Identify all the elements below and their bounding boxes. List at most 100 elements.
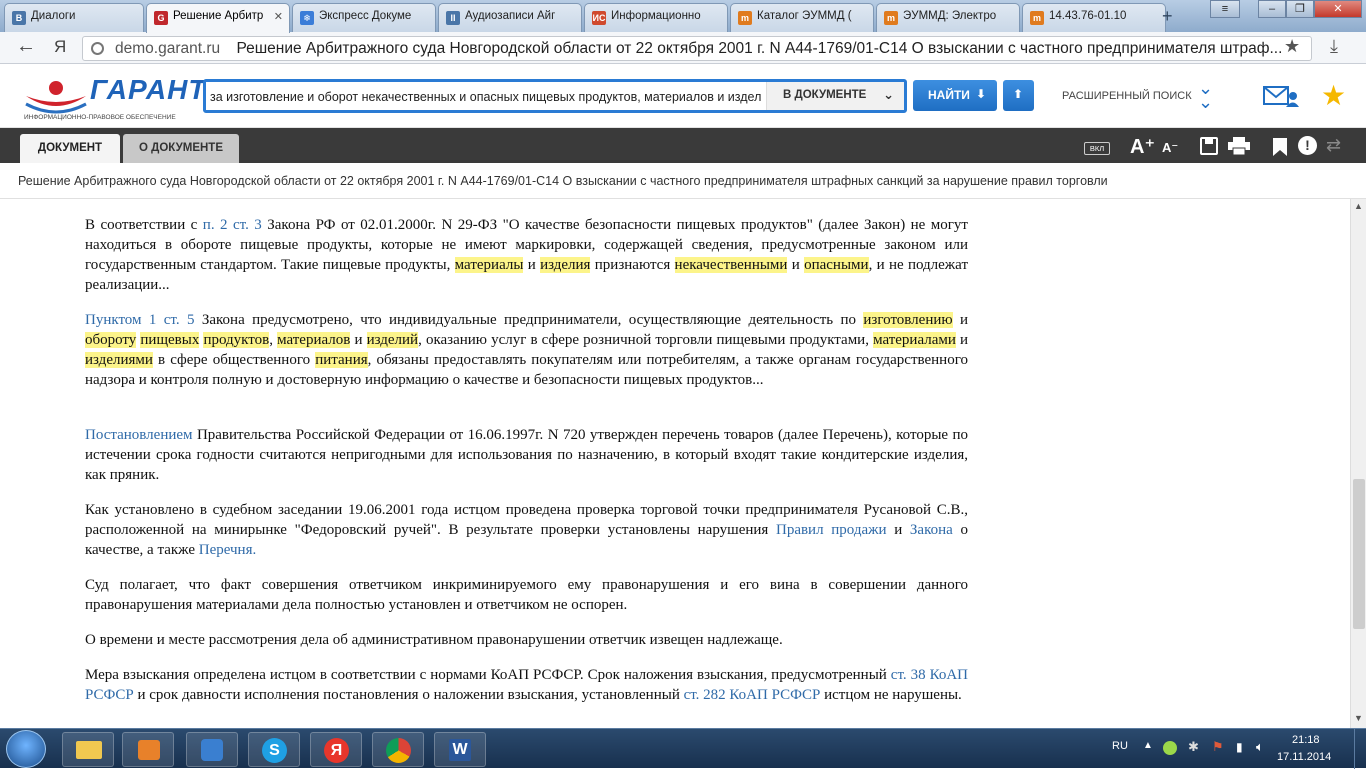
taskbar-explorer-icon[interactable]	[62, 732, 114, 767]
language-indicator[interactable]: RU	[1112, 740, 1128, 752]
browser-tab[interactable]: m ЭУММД: Электро	[876, 3, 1020, 32]
alert-icon[interactable]: !	[1298, 136, 1317, 155]
browser-tab[interactable]: m Каталог ЭУММД (	[730, 3, 874, 32]
paragraph-6: О времени и месте рассмотрения дела об а…	[85, 632, 783, 648]
taskbar-skype-icon[interactable]: S	[248, 732, 300, 767]
tab-label: Каталог ЭУММД (	[757, 10, 852, 22]
browser-tab[interactable]: ❄ Экспресс Докуме	[292, 3, 436, 32]
mail-user-icon[interactable]	[1263, 84, 1299, 108]
advanced-search-link[interactable]: РАСШИРЕННЫЙ ПОИСК	[1062, 90, 1192, 102]
scroll-up-arrow-icon[interactable]: ▲	[1354, 201, 1363, 211]
new-tab-button[interactable]: +	[1162, 6, 1173, 27]
download-icon[interactable]: ⤓	[1330, 36, 1338, 57]
browser-tab[interactable]: ИС Информационно	[584, 3, 728, 32]
link-st282-koap[interactable]: ст. 282 КоАП РСФСР	[684, 687, 821, 703]
search-up-button[interactable]: ⬆	[1003, 80, 1034, 111]
paragraph-3: Постановлением Правительства Российской …	[85, 427, 968, 483]
tab-favicon-icon: II	[446, 11, 460, 25]
browser-tab[interactable]: II Аудиозаписи Айг	[438, 3, 582, 32]
tab-favicon-icon: m	[738, 11, 752, 25]
tab-favicon-icon: ❄	[300, 11, 314, 25]
font-increase-icon[interactable]: A⁺	[1130, 134, 1155, 159]
tray-signal-icon[interactable]: ▮	[1236, 740, 1243, 754]
double-chevron-down-icon[interactable]: ⌄ ⌄	[1198, 79, 1213, 111]
taskbar-media-player-icon[interactable]	[122, 732, 174, 767]
tab-about-document[interactable]: О ДОКУМЕНТЕ	[123, 134, 239, 163]
garant-logo-subtitle: ИНФОРМАЦИОННО-ПРАВОВОЕ ОБЕСПЕЧЕНИЕ	[24, 114, 176, 121]
browser-tab[interactable]: В Диалоги	[4, 3, 144, 32]
tab-label: ЭУММД: Электро	[903, 10, 997, 22]
paragraph-7: Мера взыскания определена истцом в соотв…	[85, 667, 968, 703]
clock-time[interactable]: 21:18	[1292, 734, 1320, 746]
vertical-scrollbar[interactable]: ▲ ▼	[1350, 199, 1366, 728]
link-p2-st3[interactable]: п. 2 ст. 3	[203, 217, 262, 233]
address-bar-row: ← Я demo.garant.ru Решение Арбитражного …	[0, 32, 1366, 64]
font-decrease-icon[interactable]: A⁻	[1162, 140, 1178, 156]
favorite-star-icon[interactable]: ★	[1321, 79, 1346, 112]
vkl-toggle-icon[interactable]: ВКЛ	[1084, 142, 1110, 155]
taskbar-yandex-browser-icon[interactable]: Я	[310, 732, 362, 767]
tray-network-add-icon[interactable]	[1163, 741, 1177, 755]
search-scope-label: В ДОКУМЕНТЕ	[783, 89, 867, 101]
show-desktop-button[interactable]	[1354, 729, 1366, 769]
tab-label: Экспресс Докуме	[319, 10, 412, 22]
tray-volume-icon[interactable]: 🔈︎	[1256, 739, 1264, 755]
tab-label: Аудиозаписи Айг	[465, 10, 556, 22]
bookmark-star-icon[interactable]: ★	[1284, 36, 1300, 57]
tray-bluetooth-icon[interactable]: ✱	[1188, 739, 1199, 755]
tray-flag-icon[interactable]: ⚑	[1212, 739, 1224, 755]
link-st38-koap[interactable]: ст. 38 КоАП РСФСР	[85, 667, 968, 703]
tab-label: 14.43.76-01.10	[1049, 10, 1127, 22]
browser-tab[interactable]: m 14.43.76-01.10	[1022, 3, 1166, 32]
paragraph-2: Пунктом 1 ст. 5 Закона предусмотрено, чт…	[85, 312, 969, 388]
minimize-button[interactable]: –	[1258, 0, 1286, 18]
find-button[interactable]: НАЙТИ ⬇	[913, 80, 997, 111]
address-field[interactable]: demo.garant.ru Решение Арбитражного суда…	[82, 36, 1312, 61]
chevron-down-icon: ⌄	[883, 87, 894, 102]
yandex-icon[interactable]: Я	[54, 37, 66, 57]
link-pravil-prodazhi[interactable]: Правил продажи	[776, 522, 887, 538]
taskbar-volume-icon[interactable]	[186, 732, 238, 767]
search-input[interactable]	[210, 87, 762, 107]
tab-favicon-icon: ИС	[592, 11, 606, 25]
search-box: В ДОКУМЕНТЕ ⌄	[203, 79, 907, 113]
taskbar-chrome-icon[interactable]	[372, 732, 424, 767]
close-window-button[interactable]: ✕	[1314, 0, 1362, 18]
tab-favicon-icon: m	[884, 11, 898, 25]
arrow-down-icon: ⬇	[976, 87, 987, 101]
link-zakona[interactable]: Закона	[910, 522, 953, 538]
window-menu-button[interactable]: ≡	[1210, 0, 1240, 18]
link-postanovleniem[interactable]: Постановлением	[85, 427, 193, 443]
link-punkt1-st5[interactable]: Пунктом 1 ст. 5	[85, 312, 194, 328]
tab-close-icon[interactable]: ✕	[274, 10, 283, 23]
start-button-icon[interactable]	[6, 730, 46, 768]
garant-logo-text: ГАРАНТ	[90, 74, 207, 105]
tray-arrow-icon[interactable]: ▲	[1143, 740, 1153, 751]
garant-header: ГАРАНТ ИНФОРМАЦИОННО-ПРАВОВОЕ ОБЕСПЕЧЕНИ…	[0, 64, 1366, 128]
document-title-bar: Решение Арбитражного суда Новгородской о…	[0, 163, 1366, 199]
link-perechnya[interactable]: Перечня.	[199, 542, 257, 558]
compare-arrows-icon[interactable]: ⇄	[1326, 135, 1341, 156]
browser-tab-strip: В Диалоги G Решение Арбитр ✕ ❄ Экспресс Докуме…	[0, 0, 1366, 33]
scrollbar-thumb[interactable]	[1353, 479, 1365, 629]
find-button-label: НАЙТИ	[928, 88, 970, 102]
tab-document[interactable]: ДОКУМЕНТ	[20, 134, 120, 163]
print-icon[interactable]	[1228, 137, 1250, 156]
clock-date[interactable]: 17.11.2014	[1277, 751, 1331, 763]
back-icon[interactable]: ←	[16, 35, 36, 58]
browser-tab[interactable]: G Решение Арбитр ✕	[146, 3, 290, 33]
bookmark-icon[interactable]	[1273, 138, 1287, 156]
document-content: В соответствии с п. 2 ст. 3 Закона РФ от…	[0, 199, 1350, 728]
scroll-down-arrow-icon[interactable]: ▼	[1354, 713, 1363, 723]
garant-logo[interactable]: ГАРАНТ ИНФОРМАЦИОННО-ПРАВОВОЕ ОБЕСПЕЧЕНИ…	[24, 74, 205, 122]
paragraph-4: Как установлено в судебном заседании 19.…	[85, 502, 968, 558]
tab-label: Диалоги	[31, 10, 76, 22]
maximize-button[interactable]: ❐	[1286, 0, 1314, 18]
search-scope-dropdown[interactable]: В ДОКУМЕНТЕ ⌄	[766, 82, 904, 110]
save-icon[interactable]	[1200, 137, 1218, 155]
address-host: demo.garant.ru	[115, 40, 221, 57]
paragraph-1: В соответствии с п. 2 ст. 3 Закона РФ от…	[85, 217, 968, 293]
document-title: Решение Арбитражного суда Новгородской о…	[18, 174, 1108, 188]
taskbar-word-icon[interactable]: W	[434, 732, 486, 767]
tab-favicon-icon: m	[1030, 11, 1044, 25]
